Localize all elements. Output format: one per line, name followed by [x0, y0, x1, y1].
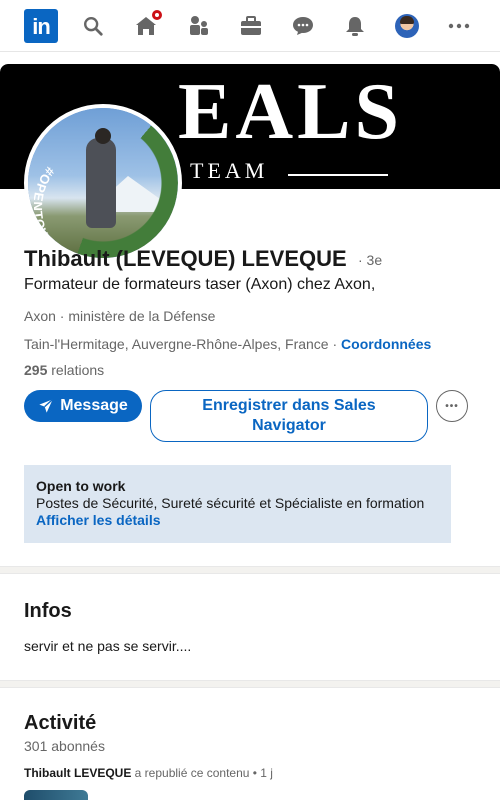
followers-count[interactable]: 301 abonnés [24, 738, 105, 754]
location-text: Tain-l'Hermitage, Auvergne-Rhône-Alpes, … [24, 336, 342, 352]
banner-big-text: EALS [178, 68, 403, 156]
home-button[interactable] [130, 8, 164, 42]
profile-company: Axon · ministère de la Défense [24, 308, 216, 324]
banner-divider [288, 174, 388, 176]
profile-photo[interactable]: #OPENTOWORK [24, 104, 182, 262]
connections-number: 295 [24, 362, 48, 378]
top-nav: in [0, 0, 500, 52]
activity-section: Activité 301 abonnés Thibault LEVEQUE a … [0, 690, 500, 800]
more-actions-button[interactable]: ••• [436, 390, 468, 422]
open-to-work-title: Open to work [36, 478, 126, 494]
contact-info-link[interactable]: Coordonnées [341, 336, 431, 352]
my-network-icon [190, 16, 208, 35]
notifications-button[interactable] [339, 10, 371, 42]
messaging-icon [293, 17, 313, 35]
me-avatar [395, 14, 419, 38]
svg-text:#OPENTOWORK: #OPENTOWORK [34, 164, 72, 258]
profile-location: Tain-l'Hermitage, Auvergne-Rhône-Alpes, … [24, 336, 431, 352]
open-to-work-description: Postes de Sécurité, Sureté sécurité et S… [36, 495, 425, 511]
message-button[interactable]: Message [24, 390, 142, 422]
bell-icon [346, 17, 364, 36]
ellipsis-icon: ••• [445, 400, 459, 412]
banner-small-text: TEAM [190, 158, 269, 183]
logo-text: in [32, 14, 51, 39]
about-section: Infos servir et ne pas se servir.... [0, 576, 500, 680]
my-network-button[interactable] [183, 10, 215, 42]
repost-line: Thibault LEVEQUE a republié ce contenu •… [24, 766, 273, 780]
post-thumbnail[interactable] [24, 790, 88, 800]
me-button[interactable] [391, 10, 423, 42]
about-title: Infos [24, 600, 72, 622]
search-button[interactable] [77, 10, 109, 42]
messaging-button[interactable] [287, 10, 319, 42]
open-to-work-ring-label: #OPENTOWORK [34, 164, 72, 258]
connection-degree: · 3e [358, 252, 383, 268]
open-to-work-details-link[interactable]: Afficher les détails [36, 512, 439, 529]
more-nav-button[interactable] [443, 10, 475, 42]
send-icon [39, 398, 54, 413]
linkedin-logo[interactable]: in [24, 9, 58, 43]
connections-count[interactable]: 295 relations [24, 362, 104, 378]
section-separator [0, 680, 500, 688]
connections-label: relations [47, 362, 105, 378]
briefcase-icon [241, 16, 261, 35]
message-button-label: Message [60, 397, 128, 414]
activity-title: Activité [24, 712, 97, 734]
search-icon [84, 17, 103, 36]
ellipsis-icon [448, 23, 470, 29]
open-to-work-box[interactable]: Open to work Postes de Sécurité, Sureté … [24, 465, 451, 543]
about-text: servir et ne pas se servir.... [24, 638, 192, 654]
repost-text: a republié ce contenu • 1 j [131, 766, 273, 780]
profile-headline: Formateur de formateurs taser (Axon) che… [24, 276, 376, 293]
jobs-button[interactable] [235, 10, 267, 42]
section-separator [0, 566, 500, 574]
profile-card: EALS TEAM #OPENTOWORK Thibault (LEVEQUE)… [0, 64, 500, 566]
save-sales-navigator-button[interactable]: Enregistrer dans Sales Navigator [150, 390, 428, 442]
notification-badge [150, 8, 164, 22]
repost-author[interactable]: Thibault LEVEQUE [24, 766, 131, 780]
profile-name: Thibault (LEVEQUE) LEVEQUE [24, 246, 347, 271]
